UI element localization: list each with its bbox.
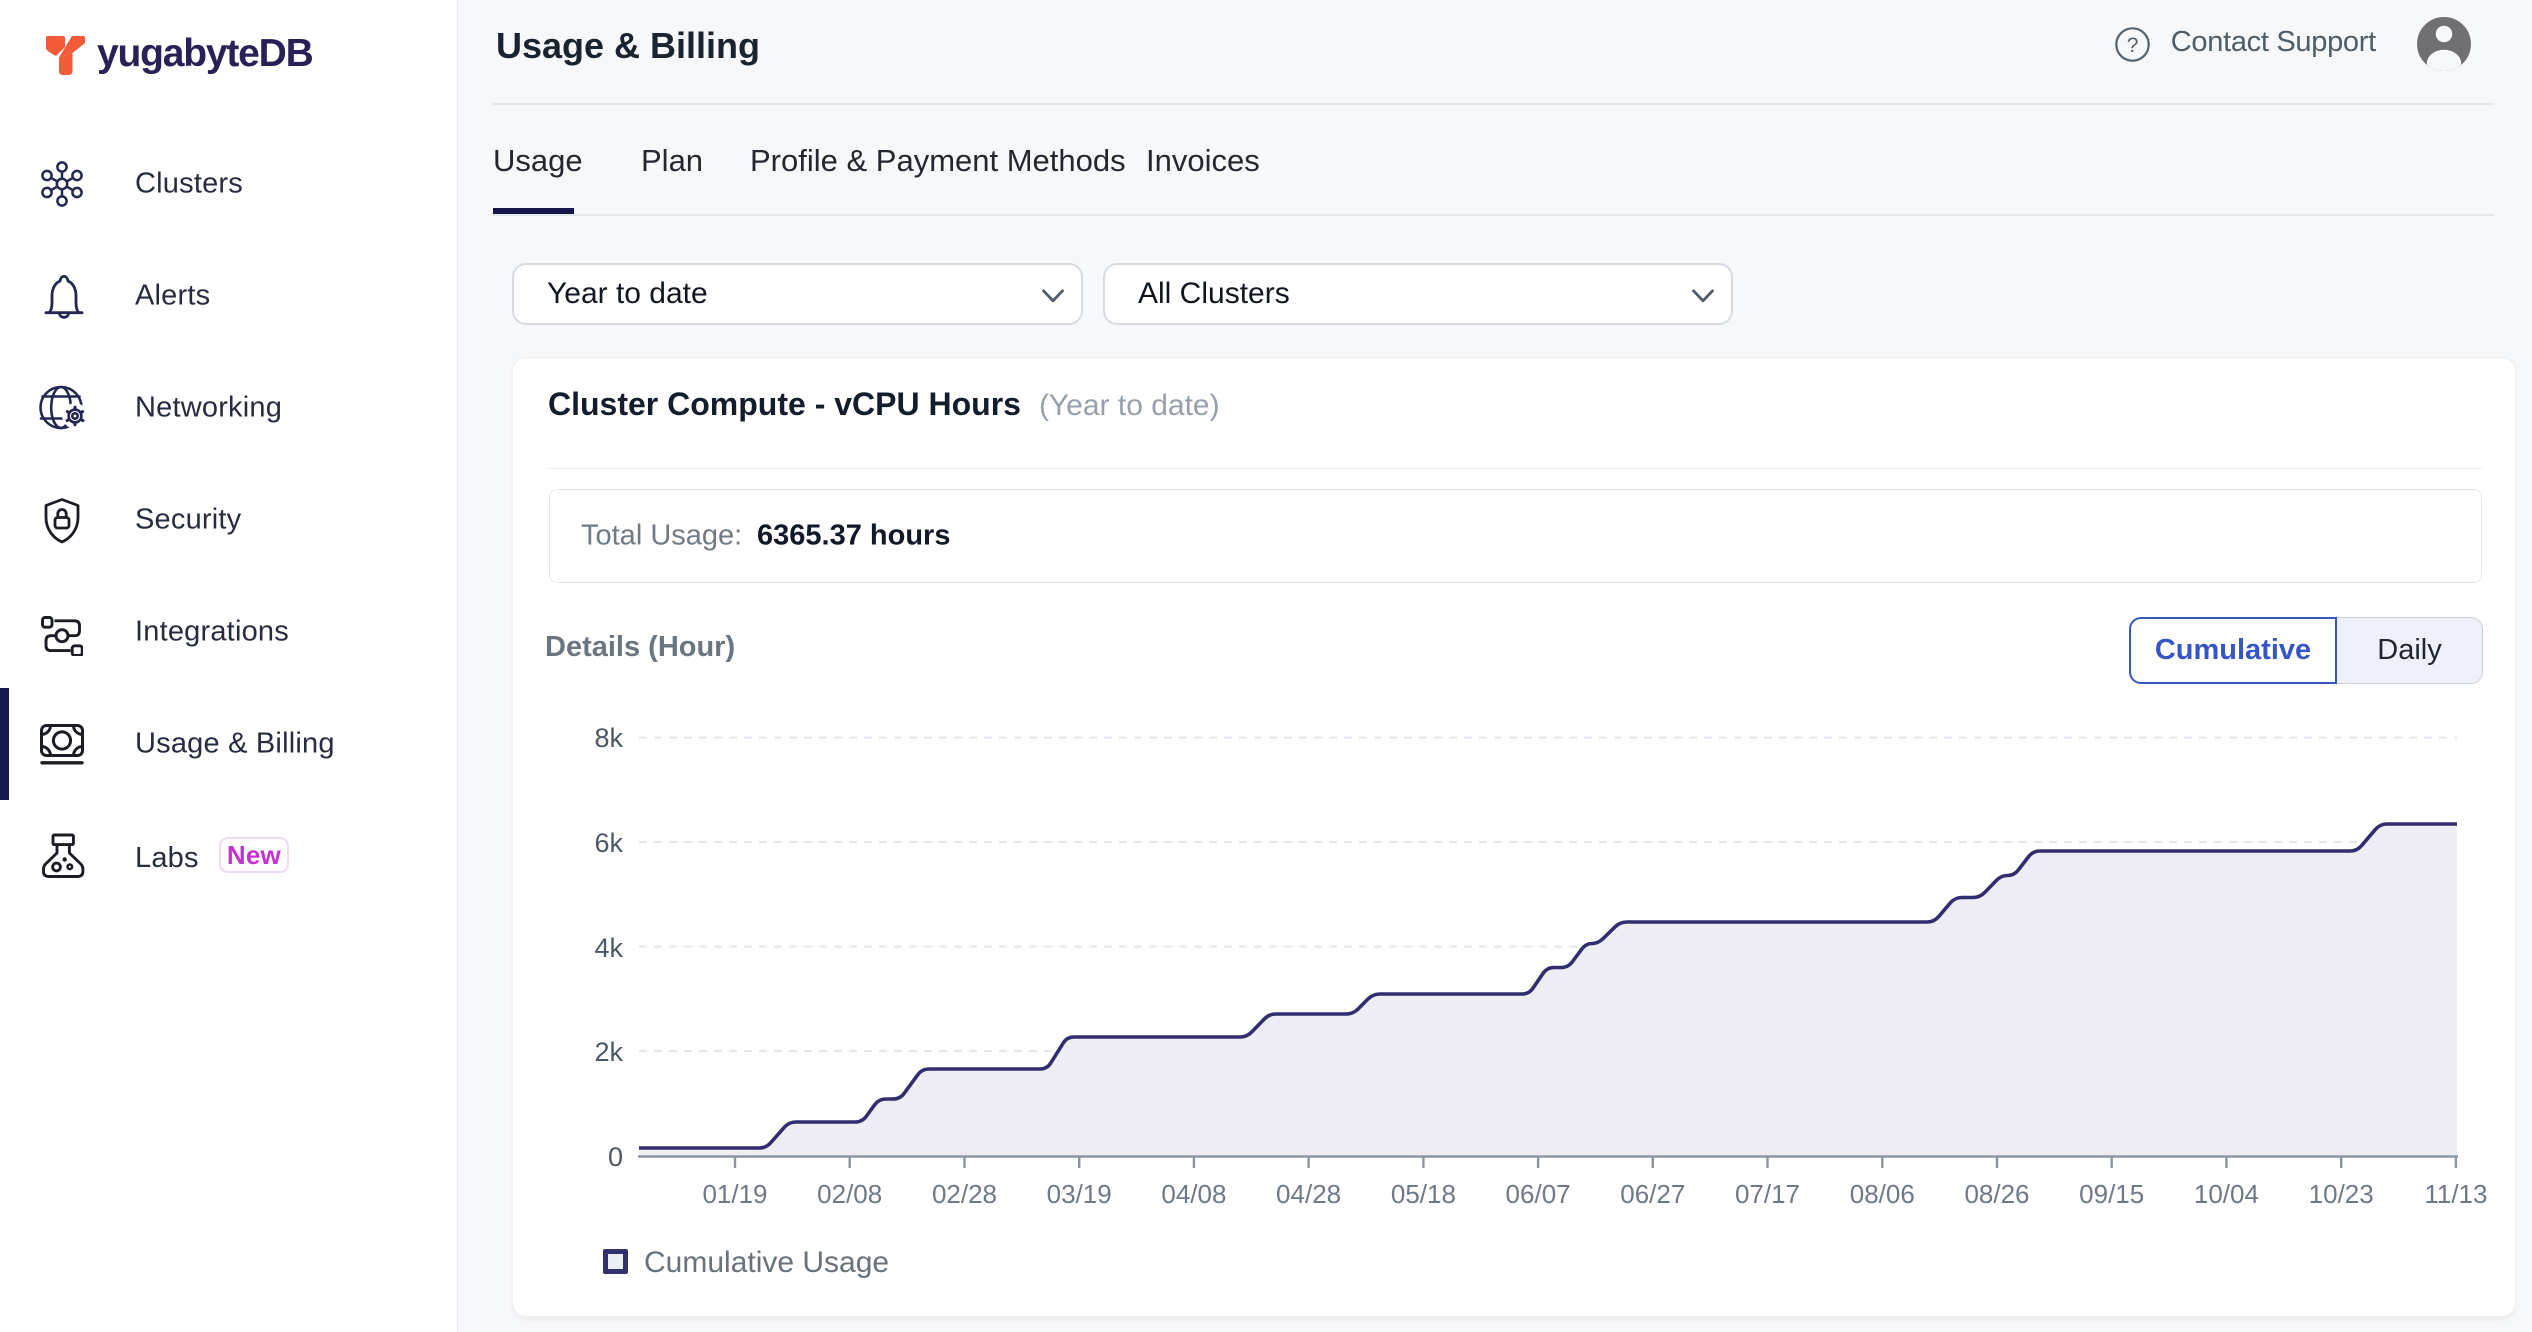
svg-text:03/19: 03/19: [1047, 1179, 1112, 1209]
svg-text:2k: 2k: [594, 1037, 623, 1067]
svg-text:07/17: 07/17: [1735, 1179, 1800, 1209]
svg-text:06/27: 06/27: [1620, 1179, 1685, 1209]
svg-text:05/18: 05/18: [1391, 1179, 1456, 1209]
svg-text:08/06: 08/06: [1850, 1179, 1915, 1209]
svg-text:09/15: 09/15: [2079, 1179, 2144, 1209]
svg-text:10/23: 10/23: [2309, 1179, 2374, 1209]
svg-text:yugabyteDB: yugabyteDB: [97, 35, 313, 75]
svg-text:8k: 8k: [594, 723, 623, 753]
svg-text:06/07: 06/07: [1506, 1179, 1571, 1209]
svg-text:11/13: 11/13: [2424, 1179, 2487, 1209]
svg-text:01/19: 01/19: [702, 1179, 767, 1209]
svg-text:?: ?: [2127, 34, 2138, 57]
svg-text:04/28: 04/28: [1276, 1179, 1341, 1209]
svg-text:6k: 6k: [594, 828, 623, 858]
svg-text:04/08: 04/08: [1161, 1179, 1226, 1209]
svg-text:4k: 4k: [594, 933, 623, 963]
svg-text:08/26: 08/26: [1964, 1179, 2029, 1209]
svg-text:02/28: 02/28: [932, 1179, 997, 1209]
svg-text:02/08: 02/08: [817, 1179, 882, 1209]
svg-text:10/04: 10/04: [2194, 1179, 2259, 1209]
svg-text:0: 0: [608, 1142, 623, 1172]
